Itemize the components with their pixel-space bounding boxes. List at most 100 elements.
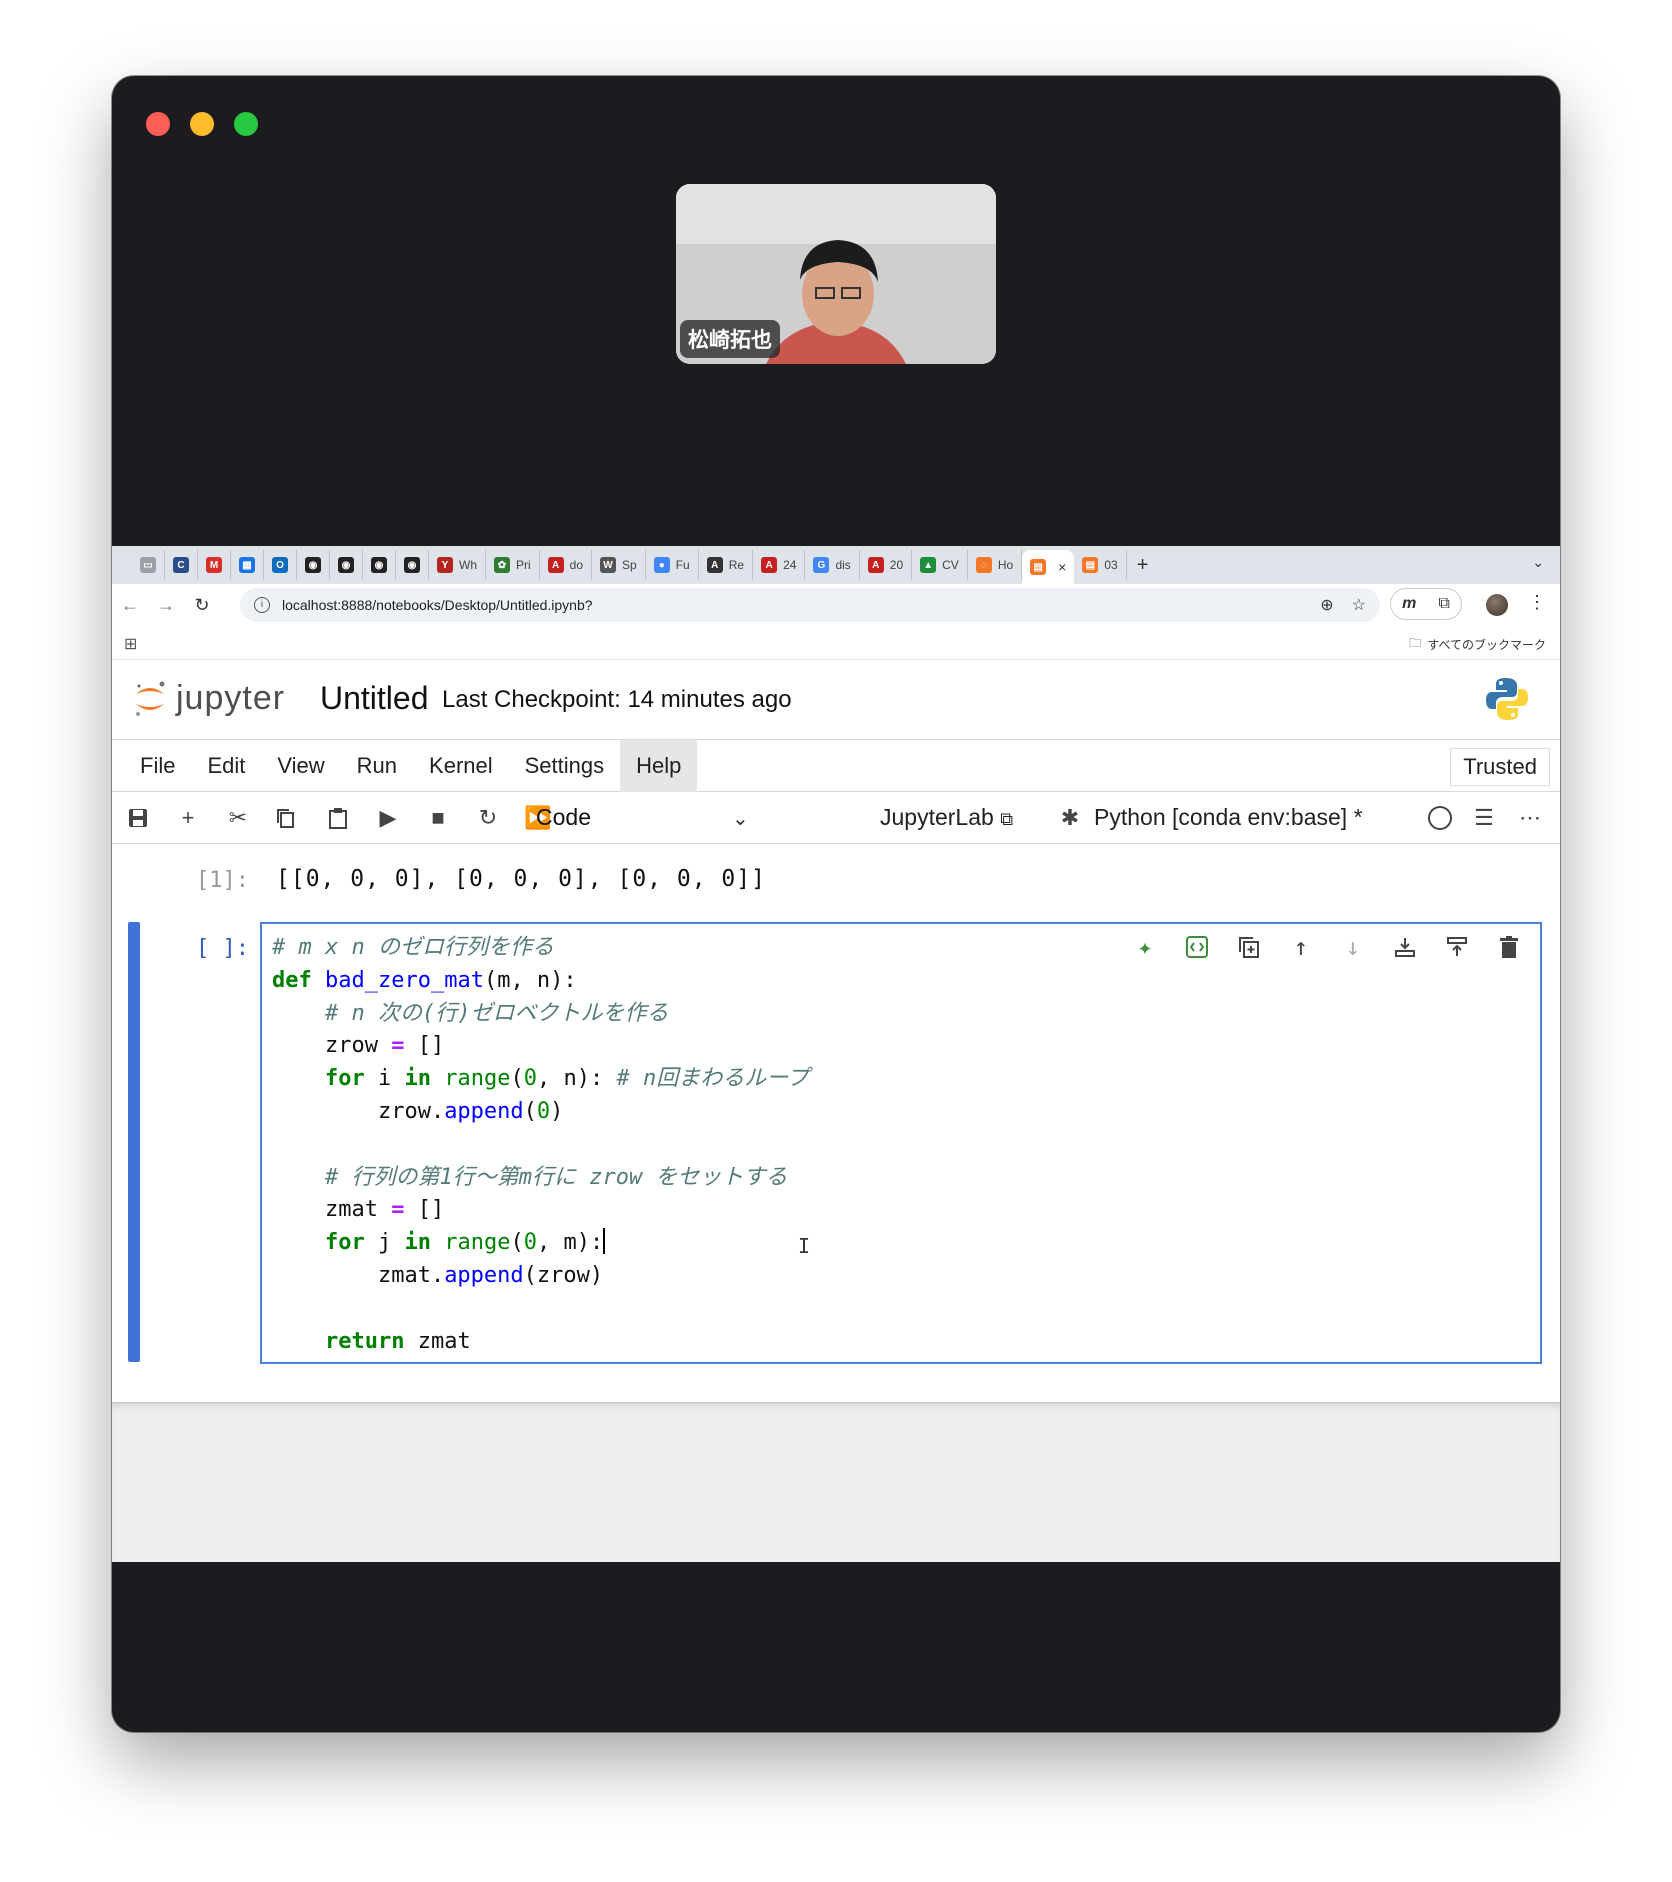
mac-window: 松崎拓也 ▭ C M ▦ O ◉ ◉ ◉ ◉ Y Wh ✿ Pri Ado W Sp ● Fu A Re A 24 Gdis… [112, 76, 1560, 1732]
open-jupyterlab-link[interactable]: JupyterLab ⧉ [880, 804, 1013, 831]
interrupt-kernel-icon[interactable]: ■ [424, 804, 452, 832]
browser-tab[interactable]: A 24 [753, 550, 806, 580]
debugger-bug-icon[interactable]: ✱ [1056, 804, 1084, 832]
tab-label: 24 [783, 558, 797, 572]
menu-help[interactable]: Help [620, 739, 698, 792]
browser-tab[interactable]: ◉ [297, 550, 330, 580]
menu-edit[interactable]: Edit [191, 740, 261, 792]
github-icon: ◉ [305, 557, 321, 573]
bookmark-star-icon[interactable]: ☆ [1352, 595, 1366, 615]
copy-icon[interactable] [272, 804, 300, 832]
chevron-down-icon[interactable]: ⌄ [732, 806, 749, 831]
browser-tab[interactable]: Y Wh [429, 550, 486, 580]
menu-settings[interactable]: Settings [509, 740, 621, 792]
browser-tab[interactable]: ▭ [132, 550, 165, 580]
add-cell-icon[interactable]: + [174, 804, 202, 832]
menu-view[interactable]: View [261, 740, 340, 792]
cell-type-select[interactable]: Code [536, 804, 591, 831]
browser-tab[interactable]: O [264, 550, 297, 580]
paste-icon[interactable] [324, 804, 352, 832]
browser-tab[interactable]: ◉ [396, 550, 429, 580]
active-cell-indicator[interactable] [128, 922, 140, 1362]
puzzle-extension-icon[interactable]: ⧉ [1438, 595, 1449, 613]
move-up-icon[interactable]: ↑ [1286, 932, 1316, 962]
save-icon[interactable] [124, 804, 152, 832]
notebook-panel: [1]: [[0, 0, 0], [0, 0, 0], [0, 0, 0]] [… [112, 844, 1560, 1402]
tab-search-chevron-icon[interactable]: ⌄ [1532, 554, 1544, 571]
new-tab-icon[interactable]: + [1127, 554, 1159, 577]
participant-video-tile[interactable]: 松崎拓也 [676, 184, 996, 364]
tab-label: Re [728, 558, 745, 572]
code-content[interactable]: # m x n のゼロ行列を作る def bad_zero_mat(m, n):… [272, 932, 809, 1358]
zoom-icon[interactable]: ⊕ [1320, 595, 1333, 615]
apps-grid-icon[interactable]: ⊞ [124, 634, 137, 654]
more-options-icon[interactable]: ⋯ [1516, 804, 1544, 832]
run-cell-icon[interactable]: ▶ [374, 804, 402, 832]
browser-toolbar: ← → ↻ i localhost:8888/notebooks/Desktop… [112, 584, 1560, 626]
browser-tab[interactable]: C [165, 550, 198, 580]
m-extension-icon[interactable]: m [1402, 595, 1416, 613]
profile-avatar[interactable] [1486, 594, 1508, 616]
notebook-tab-icon: ▤ [1082, 557, 1099, 573]
menu-run[interactable]: Run [341, 740, 413, 792]
site-info-icon[interactable]: i [254, 597, 270, 613]
toc-list-icon[interactable]: ☰ [1470, 804, 1498, 832]
browser-tab[interactable]: ▤ × [1022, 550, 1075, 584]
browser-tab[interactable]: ✿ Pri [486, 550, 540, 580]
notebook-tab-icon: ▤ [1030, 559, 1047, 575]
insert-above-icon[interactable] [1390, 932, 1420, 962]
zoom-window-button[interactable] [234, 112, 258, 136]
code-format-icon[interactable] [1182, 932, 1212, 962]
browser-tab[interactable]: Gdis [805, 550, 860, 580]
kernel-status-icon [1428, 806, 1452, 830]
cut-icon[interactable]: ✂ [224, 804, 252, 832]
tab-label: 03 [1104, 558, 1118, 572]
tab-label: Ho [997, 558, 1014, 572]
code-line: # n 次の(行)ゼロベクトルを作る [272, 1000, 669, 1026]
delete-cell-icon[interactable] [1494, 932, 1524, 962]
jupyter-logo[interactable]: jupyter [132, 678, 285, 718]
move-down-icon[interactable]: ↓ [1338, 932, 1368, 962]
forward-arrow-icon[interactable]: → [148, 595, 184, 616]
browser-tab[interactable]: ◌ Ho [968, 550, 1023, 580]
text-caret [603, 1228, 606, 1255]
browser-tab[interactable]: A Re [699, 550, 754, 580]
browser-tab[interactable]: ▤ 03 [1074, 550, 1127, 580]
browser-tab[interactable]: ◉ [363, 550, 396, 580]
browser-menu-icon[interactable]: ⋮ [1528, 592, 1546, 613]
github-icon: ◉ [404, 557, 420, 573]
browser-tab[interactable]: ▦ [231, 550, 264, 580]
minimize-window-button[interactable] [190, 112, 214, 136]
tab-strip: ▭ C M ▦ O ◉ ◉ ◉ ◉ Y Wh ✿ Pri Ado W Sp ● Fu A Re A 24 Gdis A 20 ▲ C… [112, 546, 1560, 584]
code-line: # m x n のゼロ行列を作る [272, 935, 554, 960]
menu-file[interactable]: File [124, 740, 191, 792]
restart-kernel-icon[interactable]: ↻ [474, 804, 502, 832]
code-line: for j in range(0, m): [324, 1228, 606, 1256]
kernel-name[interactable]: Python [conda env:base] * [1094, 804, 1363, 831]
duplicate-cell-icon[interactable] [1234, 932, 1264, 962]
browser-tab[interactable]: ▲ CV [912, 550, 968, 580]
browser-tab[interactable]: Ado [540, 550, 593, 580]
all-bookmarks-button[interactable]: 🗀 すべてのブックマーク [1409, 634, 1546, 655]
browser-tab[interactable]: A 20 [860, 550, 913, 580]
close-tab-icon[interactable]: × [1058, 559, 1066, 575]
browser-tab[interactable]: ● Fu [646, 550, 699, 580]
insert-below-icon[interactable] [1442, 932, 1472, 962]
jupyter-logo-text: jupyter [176, 678, 286, 717]
reload-icon[interactable]: ↻ [184, 595, 220, 616]
drive-icon: ▲ [920, 557, 937, 573]
tab-label: 20 [889, 558, 904, 572]
code-line: zmat.append(zrow) [272, 1262, 604, 1288]
trusted-indicator[interactable]: Trusted [1450, 748, 1550, 786]
browser-tab[interactable]: M [198, 550, 231, 580]
notebook-title[interactable]: Untitled [320, 680, 429, 717]
code-cell-editor[interactable]: # m x n のゼロ行列を作る def bad_zero_mat(m, n):… [260, 922, 1542, 1364]
browser-tab[interactable]: W Sp [592, 550, 646, 580]
close-window-button[interactable] [146, 112, 170, 136]
menu-kernel[interactable]: Kernel [413, 740, 509, 792]
browser-tab[interactable]: ◉ [330, 550, 363, 580]
output-prompt: [1]: [196, 868, 249, 893]
ai-sparkle-icon[interactable]: ✦ [1130, 932, 1160, 962]
back-arrow-icon[interactable]: ← [112, 595, 148, 616]
address-bar[interactable]: i localhost:8888/notebooks/Desktop/Untit… [240, 588, 1380, 622]
